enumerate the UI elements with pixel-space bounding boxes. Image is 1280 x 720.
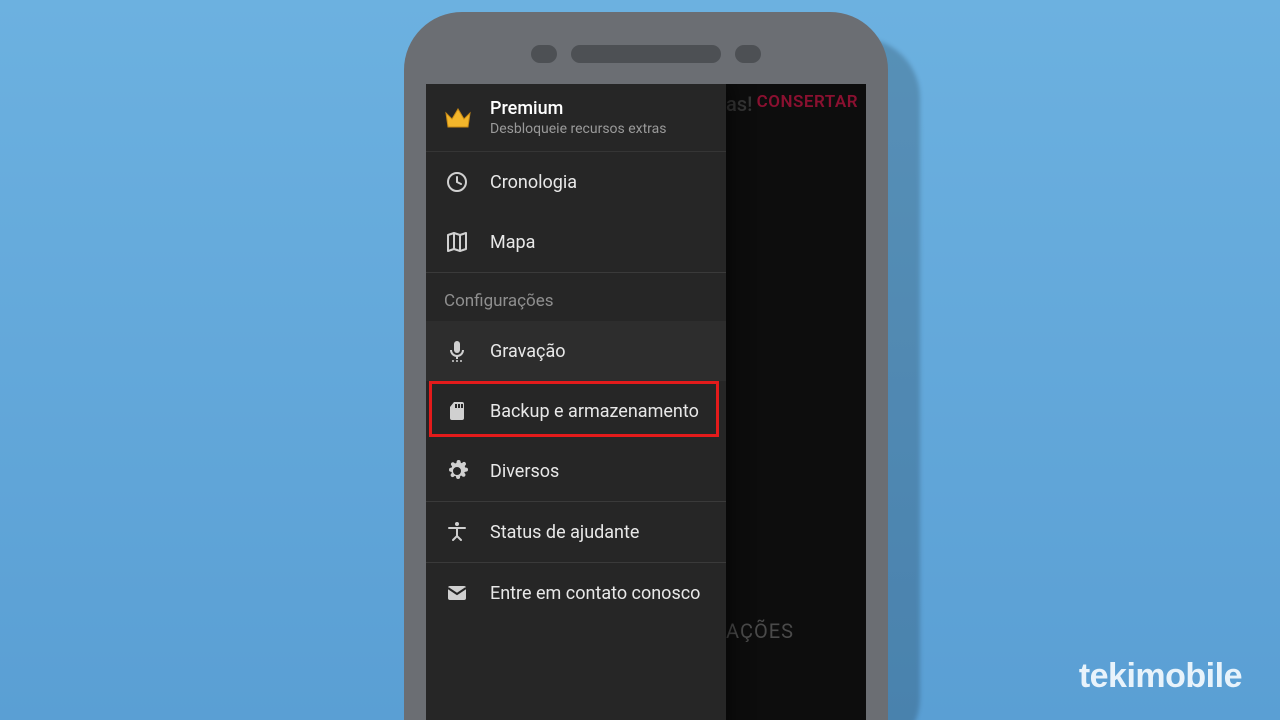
phone-frame: as! CONSERTAR AÇÕES Premium Desbloqueie … [404, 12, 888, 720]
clock-icon [444, 170, 470, 194]
phone-sensor-row [426, 34, 866, 74]
phone-screen: as! CONSERTAR AÇÕES Premium Desbloqueie … [426, 84, 866, 720]
sensor-dot [531, 45, 557, 63]
drawer-item-label: Backup e armazenamento [490, 401, 699, 422]
premium-subtitle: Desbloqueie recursos extras [490, 121, 666, 137]
navigation-drawer: Premium Desbloqueie recursos extras Cron… [426, 84, 726, 720]
drawer-item-label: Mapa [490, 232, 535, 253]
background-partial-text: as! [726, 92, 752, 116]
background-partial-text: AÇÕES [726, 619, 794, 643]
drawer-section-header: Configurações [426, 273, 726, 321]
drawer-item-misc[interactable]: Diversos [426, 441, 726, 501]
watermark-logo: tekimobile [1079, 657, 1242, 696]
drawer-item-label: Diversos [490, 461, 559, 482]
drawer-item-label: Status de ajudante [490, 522, 639, 543]
drawer-item-backup[interactable]: Backup e armazenamento [426, 381, 726, 441]
drawer-item-helper-status[interactable]: Status de ajudante [426, 502, 726, 562]
map-icon [444, 230, 470, 254]
premium-title: Premium [490, 98, 666, 119]
fix-button[interactable]: CONSERTAR [757, 92, 858, 112]
drawer-item-label: Gravação [490, 341, 566, 362]
speaker-grille [571, 45, 721, 63]
sd-card-icon [444, 399, 470, 423]
drawer-item-premium[interactable]: Premium Desbloqueie recursos extras [426, 84, 726, 152]
drawer-item-contact[interactable]: Entre em contato conosco [426, 563, 726, 623]
mail-icon [444, 581, 470, 605]
drawer-item-map[interactable]: Mapa [426, 212, 726, 272]
drawer-item-label: Entre em contato conosco [490, 583, 700, 604]
microphone-icon [444, 339, 470, 363]
crown-icon [444, 107, 472, 129]
drawer-item-recording[interactable]: Gravação [426, 321, 726, 381]
drawer-item-label: Cronologia [490, 172, 577, 193]
gear-icon [444, 459, 470, 483]
sensor-dot [735, 45, 761, 63]
accessibility-icon [444, 520, 470, 544]
drawer-item-timeline[interactable]: Cronologia [426, 152, 726, 212]
